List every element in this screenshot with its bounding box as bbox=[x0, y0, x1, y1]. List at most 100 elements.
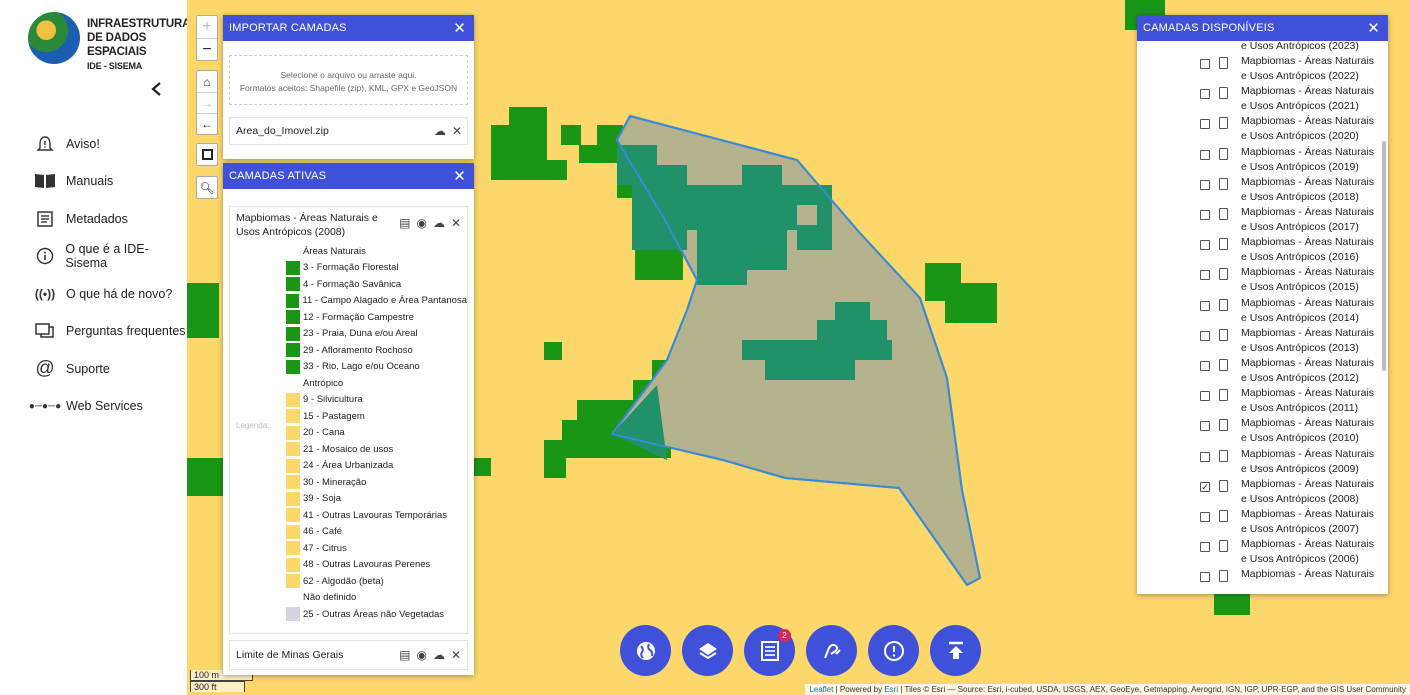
layer-item[interactable]: Mapbiomas - Áreas Naturaise Usos Antrópi… bbox=[1200, 114, 1386, 144]
layer-item[interactable]: Mapbiomas - Áreas Naturaise Usos Antrópi… bbox=[1200, 326, 1386, 356]
back-button[interactable]: ← bbox=[197, 113, 217, 134]
collapse-sidebar-button[interactable] bbox=[150, 80, 162, 103]
menu-item-manuais[interactable]: Manuais bbox=[0, 163, 187, 201]
legend-row: 23 - Praia, Duna e/ou Areal bbox=[286, 326, 467, 343]
layer-checkbox[interactable] bbox=[1200, 572, 1210, 583]
layer-item[interactable]: Mapbiomas - Áreas Naturaise Usos Antrópi… bbox=[1200, 265, 1386, 295]
close-icon[interactable]: ✕ bbox=[1367, 19, 1380, 37]
document-icon[interactable] bbox=[1219, 510, 1228, 522]
layer-checkbox[interactable] bbox=[1200, 240, 1210, 251]
document-icon[interactable] bbox=[1219, 479, 1228, 492]
layer-checkbox[interactable] bbox=[1200, 451, 1210, 462]
document-icon[interactable] bbox=[1219, 389, 1228, 402]
layer-item[interactable]: Mapbiomas - Áreas Naturaise Usos Antrópi… bbox=[1200, 507, 1386, 537]
zoom-out-button[interactable]: − bbox=[197, 38, 217, 60]
layer-item[interactable]: Mapbiomas - Áreas Naturaise Usos Antrópi… bbox=[1200, 567, 1386, 584]
upload-button[interactable] bbox=[930, 625, 981, 676]
document-icon[interactable] bbox=[1219, 570, 1228, 583]
layer-checkbox[interactable] bbox=[1200, 512, 1210, 522]
esri-link[interactable]: Esri bbox=[884, 685, 898, 694]
layer-item[interactable]: Mapbiomas - Áreas Naturaise Usos Antrópi… bbox=[1200, 416, 1386, 446]
zoom-in-button[interactable]: + bbox=[197, 16, 217, 38]
document-icon[interactable] bbox=[1219, 419, 1228, 432]
legend-text: 47 - Citrus bbox=[303, 542, 347, 554]
layer-checkbox[interactable] bbox=[1200, 119, 1210, 130]
layer-checkbox[interactable] bbox=[1200, 421, 1210, 432]
layer-checkbox[interactable] bbox=[1200, 179, 1210, 190]
document-icon[interactable] bbox=[1219, 268, 1228, 281]
menu-item-novidades[interactable]: ((•)) O que há de novo? bbox=[0, 275, 187, 313]
file-drop-zone[interactable]: Selecione o arquivo ou arraste aqui. For… bbox=[229, 55, 468, 105]
document-icon[interactable] bbox=[1219, 147, 1228, 160]
document-icon[interactable] bbox=[1219, 208, 1228, 220]
layer-item[interactable]: Mapbiomas - Áreas Naturaise Usos Antrópi… bbox=[1200, 447, 1386, 477]
layer-checkbox[interactable] bbox=[1200, 391, 1210, 402]
basemap-button[interactable] bbox=[620, 625, 671, 676]
eye-icon[interactable]: ◉ bbox=[416, 648, 426, 662]
menu-item-o-que-e[interactable]: O que é a IDE-Sisema bbox=[0, 238, 187, 276]
menu-item-perguntas[interactable]: Perguntas frequentes bbox=[0, 313, 187, 351]
layer-checkbox[interactable] bbox=[1200, 89, 1210, 100]
layer-item[interactable]: Mapbiomas - Áreas Naturaise Usos Antrópi… bbox=[1200, 235, 1386, 265]
cloud-download-icon[interactable]: ☁ bbox=[433, 648, 445, 662]
layer-name: Mapbiomas - Áreas Naturais bbox=[1241, 477, 1375, 490]
layer-item[interactable]: Mapbiomas - Áreas Naturaise Usos Antrópi… bbox=[1200, 296, 1386, 326]
layers-button[interactable] bbox=[682, 625, 733, 676]
layer-item[interactable]: ✓ Mapbiomas - Áreas Naturais e Usos Antróp… bbox=[1200, 477, 1386, 507]
menu-item-web-services[interactable]: ●─●─● Web Services bbox=[0, 388, 187, 426]
draw-button[interactable] bbox=[806, 625, 857, 676]
layer-item[interactable]: Mapbiomas - Áreas Naturaise Usos Antrópi… bbox=[1200, 84, 1386, 114]
document-icon[interactable] bbox=[1219, 57, 1228, 69]
document-icon[interactable] bbox=[1219, 328, 1228, 341]
document-icon[interactable] bbox=[1219, 87, 1228, 100]
layer-item[interactable]: Mapbiomas - Áreas Naturaise Usos Antrópi… bbox=[1200, 537, 1386, 567]
layer-item[interactable]: Mapbiomas - Áreas Naturaise Usos Antrópi… bbox=[1200, 386, 1386, 416]
layer-item[interactable]: Mapbiomas - Áreas Naturaise Usos Antrópi… bbox=[1200, 356, 1386, 386]
active-layers-header: CAMADAS ATIVAS ✕ bbox=[223, 163, 474, 189]
forward-button[interactable]: → bbox=[197, 92, 217, 113]
document-icon[interactable] bbox=[1219, 540, 1228, 553]
document-icon[interactable] bbox=[1219, 449, 1228, 462]
document-icon[interactable] bbox=[1219, 359, 1228, 371]
chevron-left-icon bbox=[151, 82, 161, 96]
eye-icon[interactable]: ◉ bbox=[416, 216, 426, 230]
legend-icon[interactable]: ▤ bbox=[399, 216, 410, 230]
menu-item-metadados[interactable]: Metadados bbox=[0, 200, 187, 238]
legend-button[interactable]: 2 bbox=[744, 625, 795, 676]
fullscreen-button[interactable] bbox=[197, 144, 217, 165]
document-icon[interactable] bbox=[1219, 117, 1228, 130]
layer-name: e Usos Antrópicos (2011) bbox=[1241, 402, 1359, 415]
document-icon[interactable] bbox=[1219, 298, 1228, 311]
layer-item[interactable]: Mapbiomas - Áreas Naturaise Usos Antrópi… bbox=[1200, 145, 1386, 175]
map-search-button[interactable]: 🔍︎ bbox=[197, 177, 217, 198]
layer-checkbox[interactable] bbox=[1200, 59, 1210, 69]
layer-checkbox[interactable] bbox=[1200, 542, 1210, 553]
layer-item[interactable]: Mapbiomas - Áreas Naturaise Usos Antrópi… bbox=[1200, 175, 1386, 205]
alert-button[interactable] bbox=[868, 625, 919, 676]
layer-checkbox[interactable] bbox=[1200, 149, 1210, 160]
legend-icon[interactable]: ▤ bbox=[399, 648, 410, 662]
cloud-download-icon[interactable]: ☁ bbox=[433, 216, 445, 230]
layer-item[interactable]: Mapbiomas - Áreas Naturaise Usos Antrópi… bbox=[1200, 54, 1386, 84]
remove-layer-icon[interactable]: ✕ bbox=[451, 216, 461, 230]
layer-checkbox[interactable] bbox=[1200, 330, 1210, 341]
layer-checkbox[interactable] bbox=[1200, 270, 1210, 281]
layer-checkbox[interactable]: ✓ bbox=[1200, 481, 1210, 492]
layer-checkbox[interactable] bbox=[1200, 300, 1210, 311]
close-icon[interactable]: ✕ bbox=[453, 167, 466, 185]
menu-item-aviso[interactable]: Aviso! bbox=[0, 125, 187, 163]
leaflet-link[interactable]: Leaflet bbox=[809, 685, 833, 694]
document-icon[interactable] bbox=[1219, 238, 1228, 251]
legend-swatch bbox=[286, 310, 300, 325]
layer-item[interactable]: Mapbiomas - Áreas Naturaise Usos Antrópi… bbox=[1200, 205, 1386, 235]
home-button[interactable]: ⌂ bbox=[197, 71, 217, 92]
layer-checkbox[interactable] bbox=[1200, 210, 1210, 220]
remove-file-icon[interactable]: ✕ bbox=[452, 124, 462, 138]
close-icon[interactable]: ✕ bbox=[453, 19, 466, 37]
document-icon[interactable] bbox=[1219, 177, 1228, 190]
cloud-download-icon[interactable]: ☁ bbox=[434, 124, 446, 138]
layer-checkbox[interactable] bbox=[1200, 361, 1210, 371]
remove-layer-icon[interactable]: ✕ bbox=[451, 648, 461, 662]
menu-item-suporte[interactable]: @ Suporte bbox=[0, 350, 187, 388]
property-polygon[interactable] bbox=[610, 114, 982, 587]
